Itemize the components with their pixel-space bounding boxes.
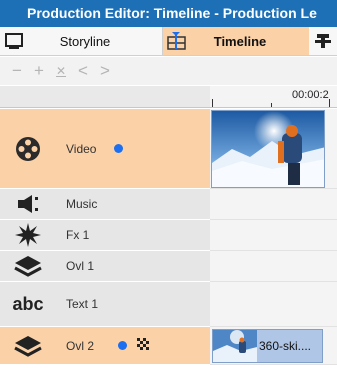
track-label: Video (66, 141, 97, 156)
ruler-tick (329, 99, 330, 107)
active-indicator (118, 341, 128, 350)
track-header-text1[interactable]: abc Text 1 (0, 282, 210, 327)
transparency-icon (137, 338, 150, 353)
track-label: Ovl 2 (66, 338, 95, 353)
fit-icon[interactable]: ✕ (52, 64, 70, 78)
text-icon: abc (12, 293, 44, 314)
tab-timeline[interactable]: Timeline (163, 27, 309, 55)
window-title: Production Editor: Timeline - Production… (0, 0, 337, 27)
timeline-toolbar: − + ✕ < > (0, 57, 337, 85)
layers-icon (0, 254, 56, 278)
track-header-fx1[interactable]: Fx 1 (0, 220, 210, 251)
monitor-icon (0, 27, 28, 55)
track-lane-music[interactable] (210, 189, 337, 220)
tab-storyline[interactable]: Storyline (0, 27, 163, 55)
speaker-icon (0, 194, 56, 214)
video-clip[interactable] (211, 110, 325, 188)
track-label: Text 1 (66, 297, 99, 311)
ruler-header-spacer (0, 86, 210, 108)
overlay-clip-name: 360-ski.... (259, 339, 312, 353)
ruler-tick (212, 99, 213, 107)
plus-icon[interactable]: + (30, 61, 48, 81)
overlay-clip[interactable]: 360-ski.... (212, 329, 323, 363)
timeline-icon (163, 27, 191, 55)
active-indicator (114, 144, 124, 153)
track-lane-text1[interactable] (210, 282, 337, 327)
minus-icon[interactable]: − (8, 61, 26, 81)
track-label: Fx 1 (66, 228, 90, 242)
previous-icon[interactable]: < (74, 61, 92, 81)
track-lane-fx1[interactable] (210, 220, 337, 251)
track-header-video[interactable]: Video (0, 109, 210, 189)
overlay-clip-thumbnail (213, 330, 257, 362)
track-lane-ovl1[interactable] (210, 251, 337, 282)
next-icon[interactable]: > (96, 61, 114, 81)
burst-icon (0, 223, 56, 247)
tab-timeline-label: Timeline (213, 33, 267, 49)
film-reel-icon (0, 136, 56, 162)
track-label: Music (66, 197, 98, 211)
tab-storyline-label: Storyline (59, 33, 111, 49)
track-header-ovl1[interactable]: Ovl 1 (0, 251, 210, 282)
time-ruler[interactable]: 00:00:2 (210, 86, 337, 108)
track-header-music[interactable]: Music (0, 189, 210, 220)
layers-icon (0, 334, 56, 358)
ruler-timecode: 00:00:2 (292, 89, 329, 101)
ruler-tick (271, 103, 272, 107)
video-clip-thumbnail (212, 111, 324, 187)
track-header-ovl2[interactable]: Ovl 2 (0, 327, 210, 365)
tab-extra[interactable] (309, 27, 337, 55)
pin-icon (309, 27, 337, 55)
track-label: Ovl 1 (66, 259, 95, 273)
view-tabs: Storyline Timeline (0, 27, 337, 56)
